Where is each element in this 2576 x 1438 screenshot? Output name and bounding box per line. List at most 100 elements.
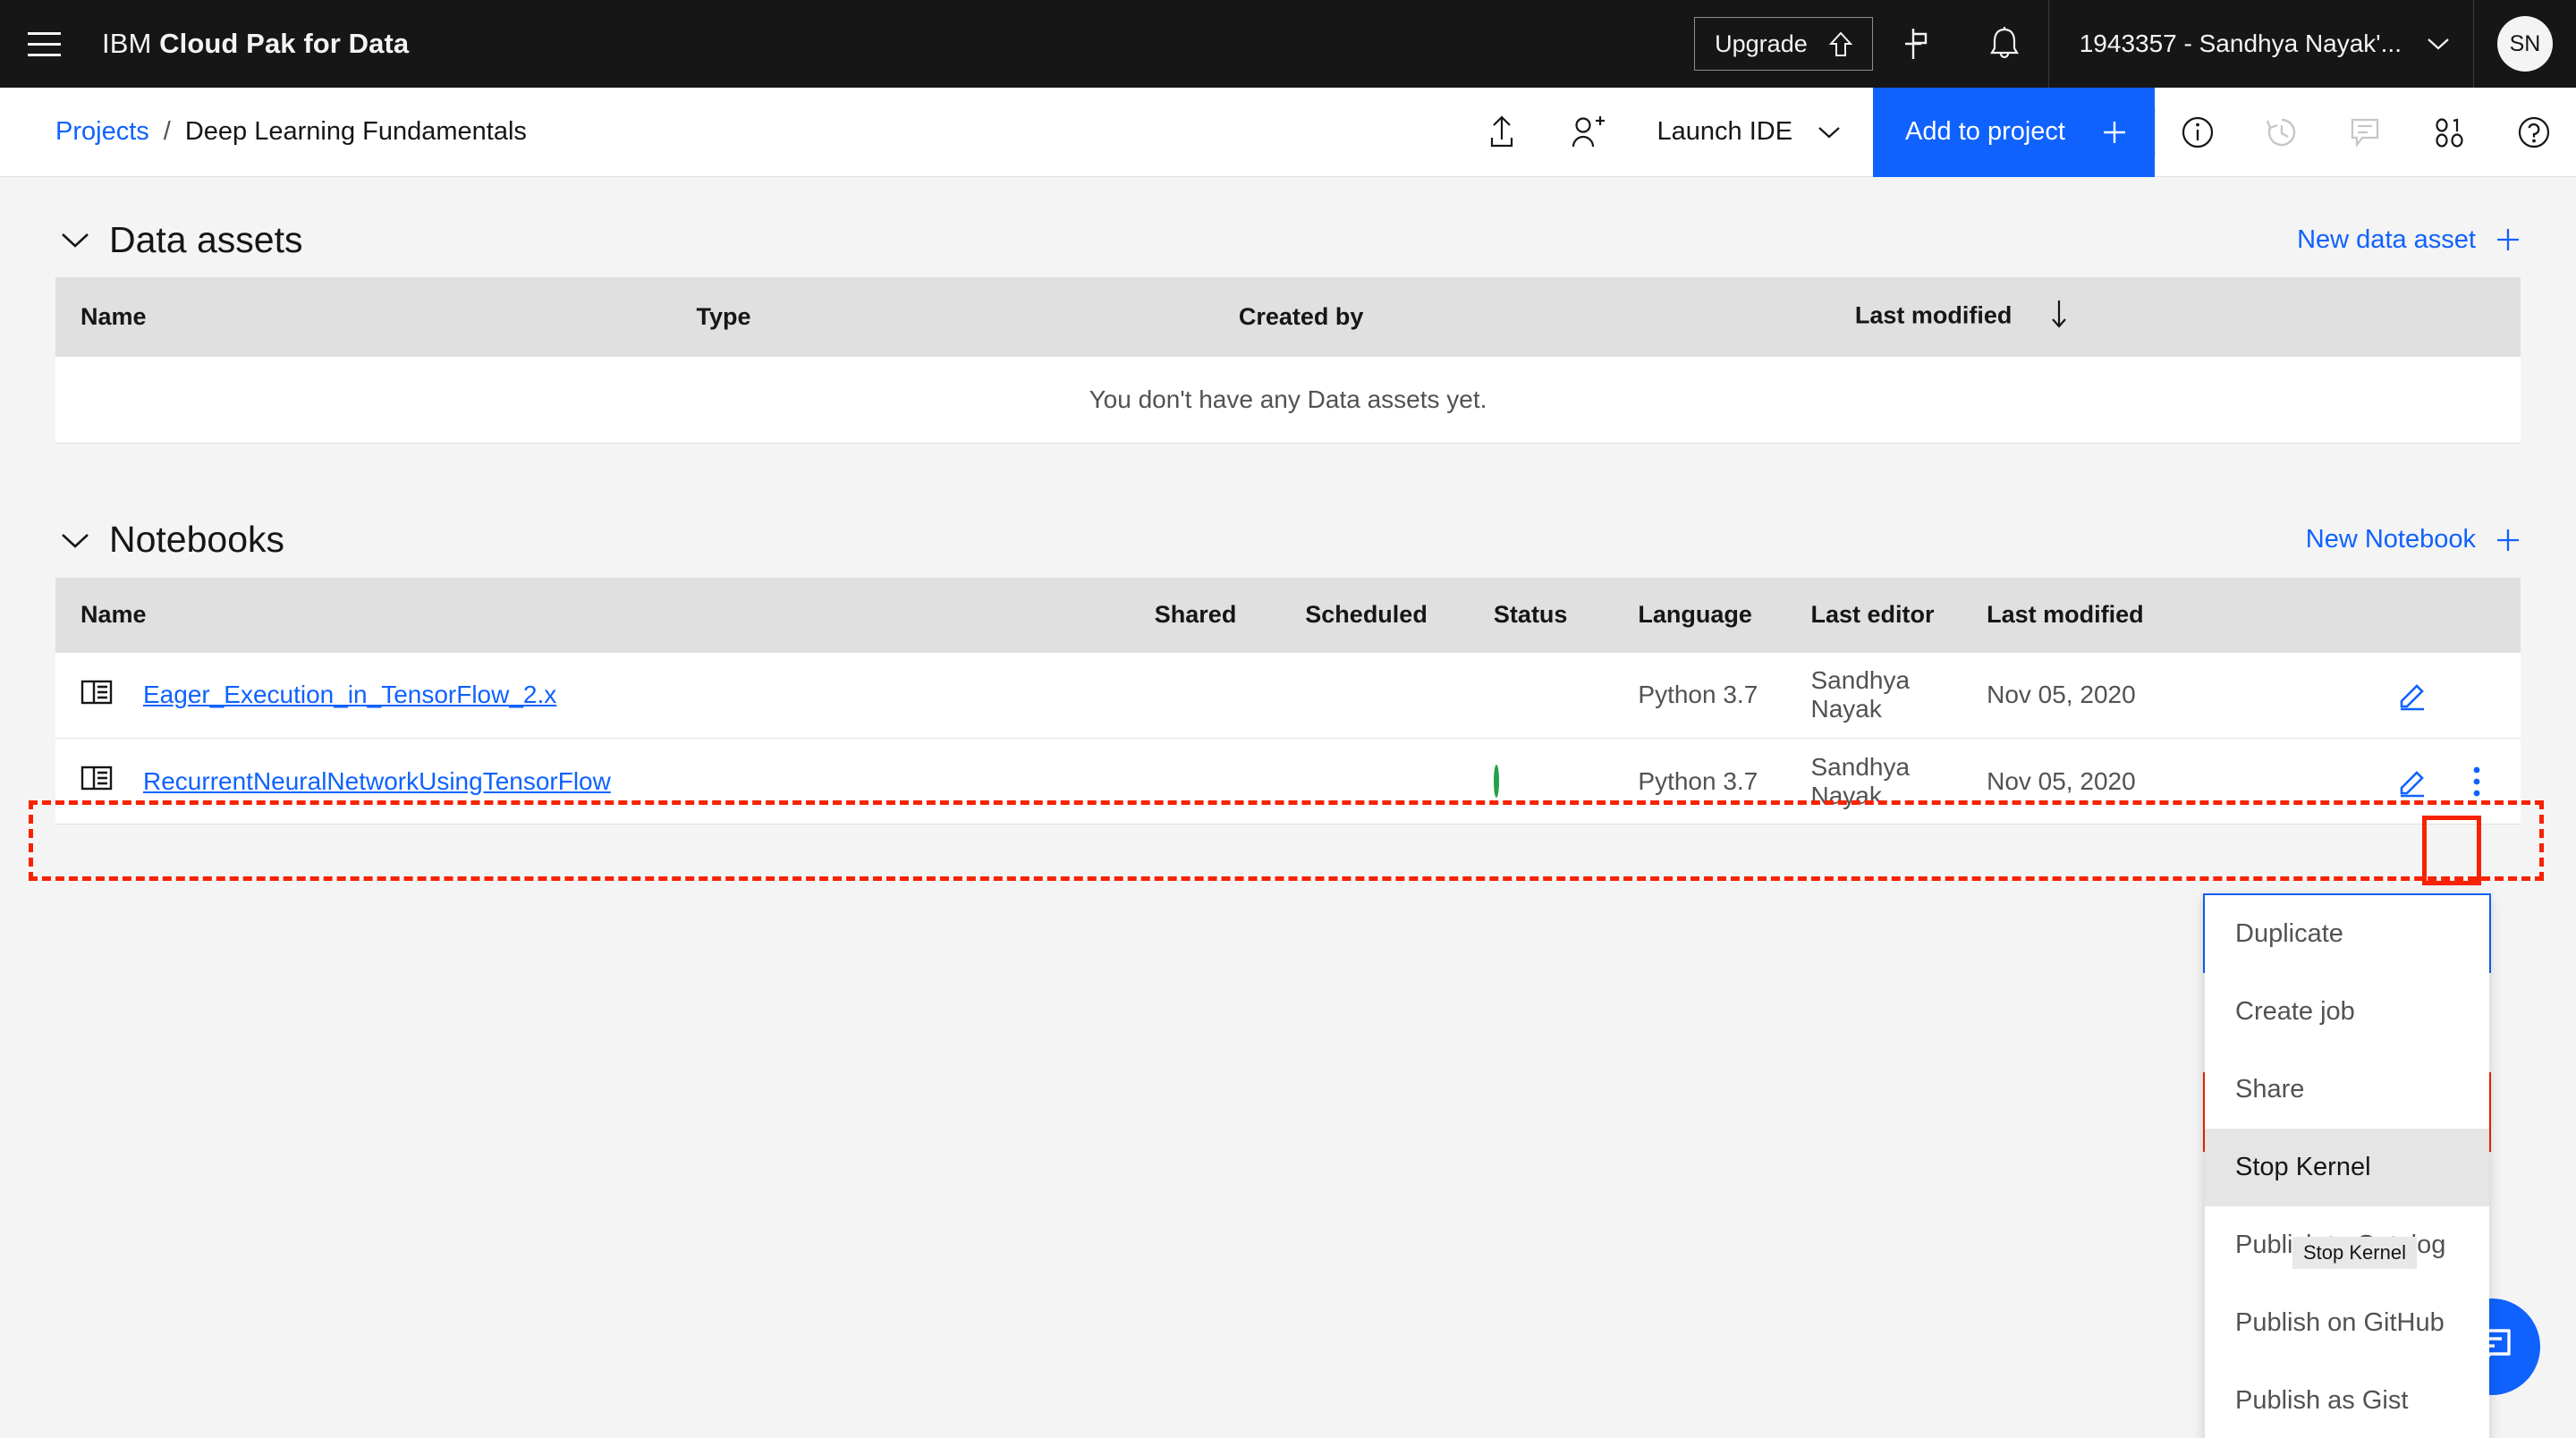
comment-icon[interactable] xyxy=(2324,88,2408,177)
notebook-context-menu: Duplicate Create job Share Stop Kernel P… xyxy=(2205,895,2489,1438)
notebook-last-modified-cell: Nov 05, 2020 xyxy=(1987,739,2269,825)
plus-icon xyxy=(2101,119,2128,146)
app-root: IBM Cloud Pak for Data Upgrade xyxy=(0,0,2576,1438)
notebook-shared-cell xyxy=(1155,739,1306,825)
upload-icon[interactable] xyxy=(1459,88,1545,177)
chevron-down-icon[interactable] xyxy=(55,230,95,250)
notebook-icon xyxy=(80,679,113,712)
column-header-actions xyxy=(2269,578,2521,653)
column-header-name[interactable]: Name xyxy=(55,578,1155,653)
table-row[interactable]: Eager_Execution_in_TensorFlow_2.x Python… xyxy=(55,653,2521,739)
notebooks-table: Name Shared Scheduled Status Language La… xyxy=(55,578,2521,825)
column-header-last-editor[interactable]: Last editor xyxy=(1811,578,1987,653)
menu-item-share[interactable]: Share xyxy=(2205,1051,2489,1129)
pencil-icon[interactable] xyxy=(2385,667,2440,723)
data-assets-header-row: Name Type Created by Last modified xyxy=(55,277,2521,357)
app-switcher-icon[interactable] xyxy=(1873,0,1961,88)
notebook-name-cell: Eager_Execution_in_TensorFlow_2.x xyxy=(55,653,1155,739)
notebook-name-link[interactable]: RecurrentNeuralNetworkUsingTensorFlow xyxy=(143,767,611,796)
notebook-language-cell: Python 3.7 xyxy=(1638,653,1810,739)
upgrade-button[interactable]: Upgrade xyxy=(1694,17,1873,71)
column-header-name[interactable]: Name xyxy=(55,277,697,357)
notebook-status-cell xyxy=(1494,739,1638,825)
history-icon[interactable] xyxy=(2240,88,2324,177)
account-label: 1943357 - Sandhya Nayak'... xyxy=(2080,30,2402,58)
breadcrumb-projects-link[interactable]: Projects xyxy=(55,117,149,147)
data-assets-section-header: Data assets New data asset xyxy=(0,202,2576,277)
data-assets-title: Data assets xyxy=(109,219,303,261)
chevron-down-icon xyxy=(1818,125,1841,140)
binary-data-icon[interactable] xyxy=(2408,88,2492,177)
data-assets-empty-message: You don't have any Data assets yet. xyxy=(55,357,2521,443)
new-notebook-label: New Notebook xyxy=(2306,525,2476,554)
menu-item-publish-as-gist[interactable]: Publish as Gist xyxy=(2205,1362,2489,1438)
column-header-status[interactable]: Status xyxy=(1494,578,1638,653)
action-bar-right: Launch IDE Add to project xyxy=(1459,88,2576,177)
notebook-icon xyxy=(80,765,113,798)
add-user-icon[interactable] xyxy=(1545,88,1631,177)
column-header-shared[interactable]: Shared xyxy=(1155,578,1306,653)
column-header-last-modified[interactable]: Last modified xyxy=(1855,277,2521,357)
chevron-down-icon[interactable] xyxy=(55,530,95,550)
notebook-last-modified-cell: Nov 05, 2020 xyxy=(1987,653,2269,739)
breadcrumb-separator: / xyxy=(164,117,171,147)
global-header-right: Upgrade 1943357 xyxy=(1694,0,2576,88)
new-notebook-button[interactable]: New Notebook xyxy=(2306,525,2521,554)
menu-item-duplicate[interactable]: Duplicate xyxy=(2205,895,2489,973)
notebooks-header-row: Name Shared Scheduled Status Language La… xyxy=(55,578,2521,653)
account-selector[interactable]: 1943357 - Sandhya Nayak'... xyxy=(2048,0,2473,88)
avatar[interactable]: SN xyxy=(2473,0,2576,88)
notebook-name-cell: RecurrentNeuralNetworkUsingTensorFlow xyxy=(55,739,1155,825)
new-data-asset-button[interactable]: New data asset xyxy=(2297,225,2521,255)
notebook-last-editor-cell: Sandhya Nayak xyxy=(1811,739,1987,825)
notebook-last-editor-cell: Sandhya Nayak xyxy=(1811,653,1987,739)
project-tools xyxy=(2156,88,2576,177)
column-header-scheduled[interactable]: Scheduled xyxy=(1305,578,1494,653)
notebooks-title: Notebooks xyxy=(109,519,284,561)
brand-prefix: IBM xyxy=(102,28,159,59)
table-row[interactable]: RecurrentNeuralNetworkUsingTensorFlow Py… xyxy=(55,739,2521,825)
plus-icon xyxy=(2496,528,2521,553)
add-to-project-button[interactable]: Add to project xyxy=(1873,88,2155,177)
data-assets-table: Name Type Created by Last modified xyxy=(55,277,2521,444)
new-data-asset-label: New data asset xyxy=(2297,225,2476,255)
stop-kernel-tooltip: Stop Kernel xyxy=(2292,1237,2417,1269)
notebook-actions-cell xyxy=(2269,739,2521,825)
hamburger-icon[interactable] xyxy=(0,0,88,88)
bell-icon[interactable] xyxy=(1961,0,2048,88)
kernel-running-status-icon xyxy=(1494,765,1499,798)
project-action-bar: Projects / Deep Learning Fundamentals xyxy=(0,88,2576,177)
notebook-name-link[interactable]: Eager_Execution_in_TensorFlow_2.x xyxy=(143,681,556,709)
info-icon[interactable] xyxy=(2156,88,2240,177)
menu-item-publish-on-github[interactable]: Publish on GitHub xyxy=(2205,1284,2489,1362)
global-header: IBM Cloud Pak for Data Upgrade xyxy=(0,0,2576,88)
notebook-status-cell xyxy=(1494,653,1638,739)
add-to-project-label: Add to project xyxy=(1905,117,2065,147)
overflow-placeholder xyxy=(2449,667,2504,723)
menu-item-stop-kernel[interactable]: Stop Kernel xyxy=(2205,1129,2489,1206)
column-header-last-modified[interactable]: Last modified xyxy=(1987,578,2269,653)
menu-item-create-job[interactable]: Create job xyxy=(2205,973,2489,1051)
brand-title: IBM Cloud Pak for Data xyxy=(102,28,409,60)
pencil-icon[interactable] xyxy=(2385,754,2440,809)
column-header-language[interactable]: Language xyxy=(1638,578,1810,653)
upgrade-label: Upgrade xyxy=(1715,30,1808,58)
column-header-last-modified-label: Last modified xyxy=(1855,302,2012,329)
plus-icon xyxy=(2496,227,2521,252)
column-header-created-by[interactable]: Created by xyxy=(1239,277,1855,357)
launch-ide-button[interactable]: Launch IDE xyxy=(1631,88,1874,177)
brand-bold: Cloud Pak for Data xyxy=(159,28,409,59)
notebooks-section-header: Notebooks New Notebook xyxy=(0,503,2576,578)
notebook-scheduled-cell xyxy=(1305,653,1494,739)
main-content: Data assets New data asset Name Type Cre… xyxy=(0,177,2576,1438)
arrow-down-icon xyxy=(2049,299,2069,335)
column-header-type[interactable]: Type xyxy=(697,277,1239,357)
help-icon[interactable] xyxy=(2492,88,2576,177)
launch-ide-label: Launch IDE xyxy=(1657,117,1793,147)
notebook-language-cell: Python 3.7 xyxy=(1638,739,1810,825)
overflow-menu-icon[interactable] xyxy=(2449,754,2504,809)
notebook-shared-cell xyxy=(1155,653,1306,739)
chevron-down-icon xyxy=(2427,37,2450,51)
arrow-up-icon xyxy=(1829,30,1852,57)
avatar-initials: SN xyxy=(2497,16,2553,72)
